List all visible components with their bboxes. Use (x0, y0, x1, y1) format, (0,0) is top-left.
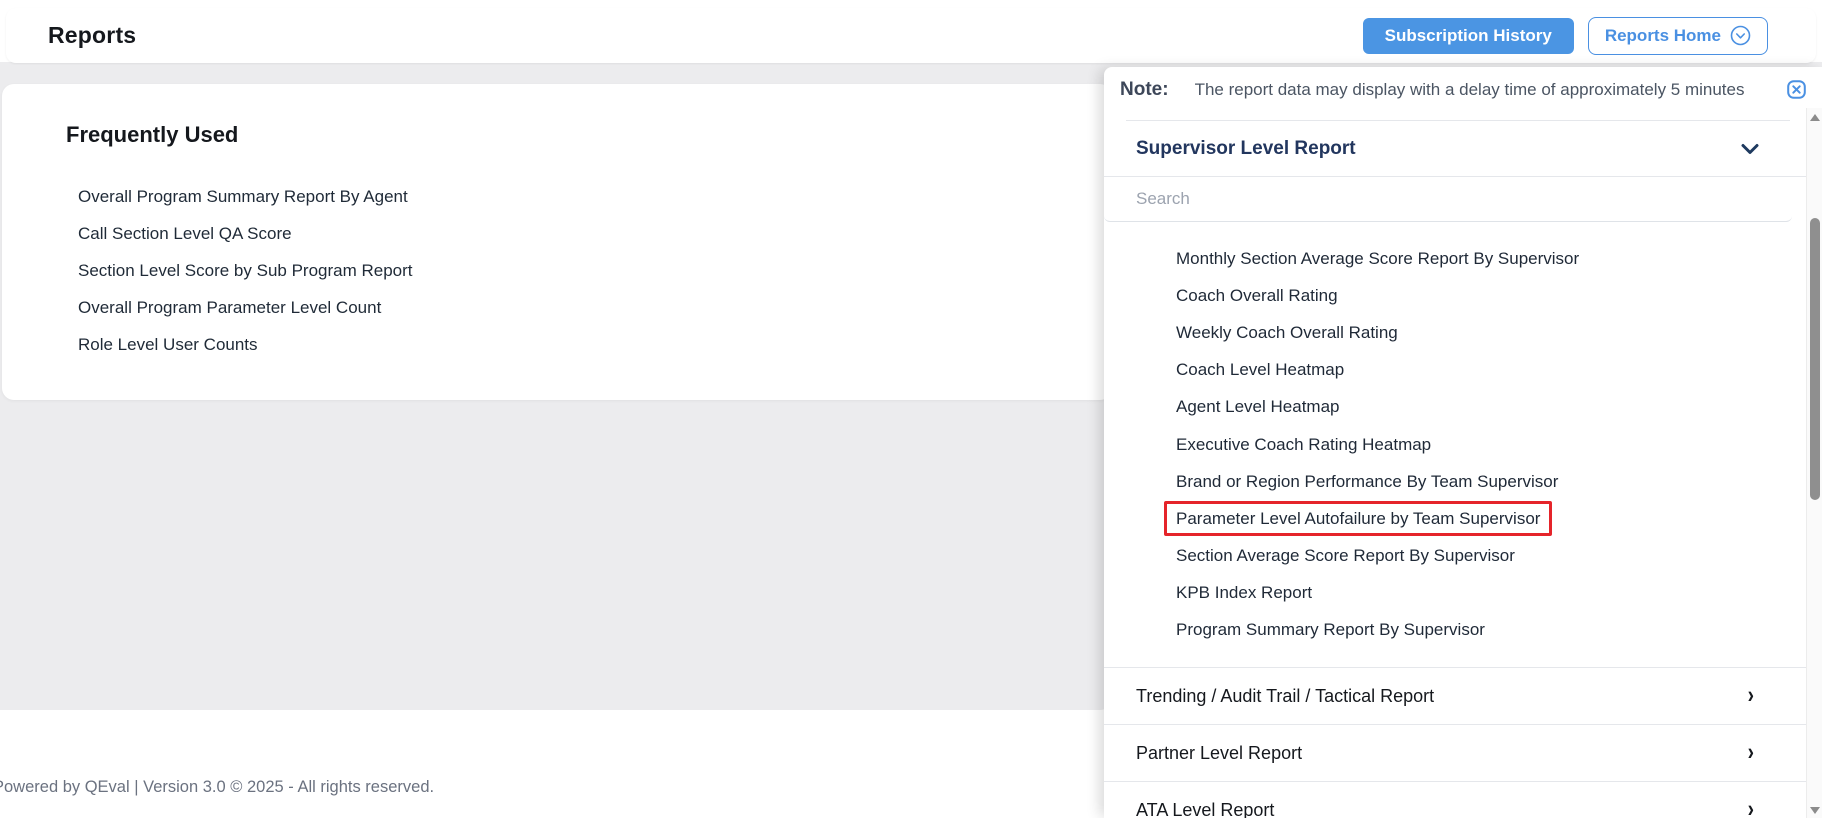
chevron-right-icon: › (1748, 739, 1754, 767)
note-label: Note: (1120, 79, 1169, 101)
page-title: Reports (48, 22, 136, 49)
scroll-down-arrow-icon[interactable] (1810, 807, 1820, 814)
scrollbar-thumb[interactable] (1810, 218, 1820, 500)
list-item[interactable]: Role Level User Counts (0, 326, 1000, 363)
report-list: Monthly Section Average Score Report By … (1104, 222, 1822, 649)
note-bar: Note: The report data may display with a… (1104, 67, 1822, 112)
reports-home-button[interactable]: Reports Home (1588, 17, 1768, 55)
scroll-up-arrow-icon[interactable] (1810, 114, 1820, 121)
spacer (1104, 649, 1822, 667)
footer-copyright: Powered by QEval | Version 3.0 © 2025 - … (0, 778, 434, 797)
list-item[interactable]: Overall Program Summary Report By Agent (0, 178, 1000, 215)
section-header-partner-level-report[interactable]: Partner Level Report › (1104, 724, 1822, 781)
section-header-ata-level-report[interactable]: ATA Level Report › (1104, 781, 1822, 818)
section-title: Supervisor Level Report (1136, 138, 1356, 160)
search-field-wrap (1104, 177, 1792, 222)
list-item[interactable]: Section Level Score by Sub Program Repor… (0, 252, 1000, 289)
circle-chevron-down-icon (1730, 25, 1751, 46)
list-item[interactable]: Agent Level Heatmap (1104, 389, 1822, 426)
list-item-highlighted[interactable]: Parameter Level Autofailure by Team Supe… (1104, 500, 1822, 537)
list-item[interactable]: Weekly Coach Overall Rating (1104, 314, 1822, 351)
chevron-down-icon (1740, 142, 1760, 156)
list-item[interactable]: Call Section Level QA Score (0, 215, 1000, 252)
top-header-bar: Reports Subscription History Reports Hom… (6, 8, 1816, 63)
chevron-right-icon: › (1748, 796, 1754, 818)
list-item[interactable]: Brand or Region Performance By Team Supe… (1104, 463, 1822, 500)
note-message: The report data may display with a delay… (1195, 80, 1787, 100)
list-item[interactable]: KPB Index Report (1104, 575, 1822, 612)
list-item[interactable]: Program Summary Report By Supervisor (1104, 612, 1822, 649)
reports-drawer: Note: The report data may display with a… (1104, 67, 1822, 818)
subscription-history-button[interactable]: Subscription History (1363, 18, 1574, 54)
list-item[interactable]: Coach Level Heatmap (1104, 352, 1822, 389)
section-header-supervisor-level-report[interactable]: Supervisor Level Report (1104, 121, 1822, 177)
list-item[interactable]: Section Average Score Report By Supervis… (1104, 538, 1822, 575)
section-header-trending-audit-trail-tactical-report[interactable]: Trending / Audit Trail / Tactical Report… (1104, 667, 1822, 724)
reports-home-label: Reports Home (1605, 26, 1721, 46)
close-icon[interactable] (1787, 80, 1806, 99)
frequently-used-title: Frequently Used (66, 122, 238, 148)
header-actions: Subscription History Reports Home (1363, 17, 1768, 55)
reports-page: Reports Subscription History Reports Hom… (0, 0, 1822, 818)
chevron-right-icon: › (1748, 682, 1754, 710)
list-item[interactable]: Overall Program Parameter Level Count (0, 289, 1000, 326)
list-item[interactable]: Executive Coach Rating Heatmap (1104, 426, 1822, 463)
list-item[interactable]: Monthly Section Average Score Report By … (1104, 240, 1822, 277)
frequently-used-list: Overall Program Summary Report By Agent … (0, 178, 1000, 363)
list-item[interactable]: Coach Overall Rating (1104, 277, 1822, 314)
search-input[interactable] (1136, 189, 1760, 209)
vertical-scrollbar (1806, 108, 1822, 818)
